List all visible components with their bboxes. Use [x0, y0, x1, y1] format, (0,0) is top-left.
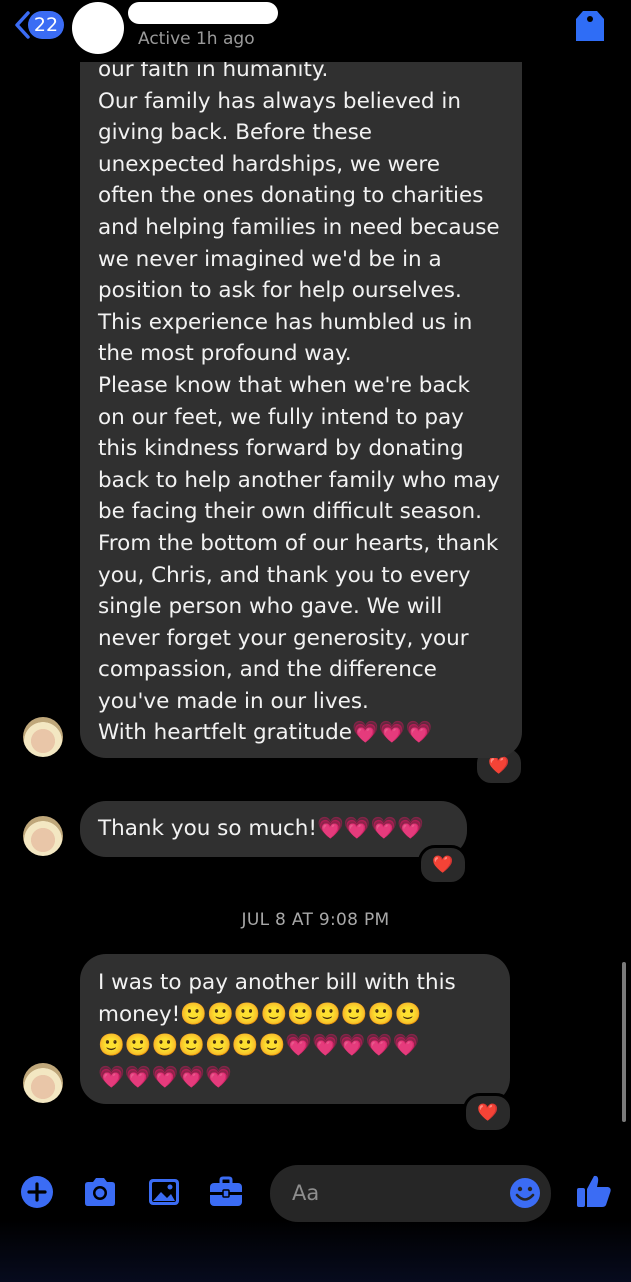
scrollbar[interactable]: [622, 962, 626, 1122]
heart-reaction[interactable]: ❤️: [418, 845, 468, 885]
message-text: our faith in humanity. Our family has al…: [98, 57, 500, 746]
contact-name-redacted[interactable]: [128, 2, 278, 24]
message-bubble-long[interactable]: our faith in humanity. Our family has al…: [80, 30, 522, 758]
active-status: Active 1h ago: [138, 29, 255, 49]
plus-icon[interactable]: [19, 1174, 55, 1210]
message-bubble-thanks[interactable]: Thank you so much!💗💗💗💗: [80, 801, 467, 857]
message-timestamp: JUL 8 AT 9:08 PM: [241, 910, 390, 930]
contact-avatar[interactable]: [72, 2, 124, 54]
message-text: Thank you so much!💗💗💗💗: [98, 816, 425, 841]
heart-reaction-icon: ❤️: [477, 1103, 499, 1123]
tag-icon[interactable]: [574, 8, 606, 44]
heart-reaction[interactable]: ❤️: [463, 1093, 513, 1133]
thumbs-up-icon[interactable]: [575, 1172, 613, 1210]
unread-count-badge[interactable]: 22: [28, 11, 64, 39]
message-text: I was to pay another bill with this mone…: [98, 970, 456, 1090]
sender-avatar[interactable]: [23, 717, 63, 757]
message-bubble-bill[interactable]: I was to pay another bill with this mone…: [80, 954, 510, 1104]
sender-avatar[interactable]: [23, 1063, 63, 1103]
sender-avatar[interactable]: [23, 816, 63, 856]
camera-icon[interactable]: [82, 1174, 118, 1210]
briefcase-icon[interactable]: [208, 1174, 244, 1210]
heart-reaction-icon: ❤️: [488, 756, 510, 776]
chat-header: 22 Active 1h ago: [0, 0, 631, 62]
heart-reaction-icon: ❤️: [432, 855, 454, 875]
emoji-icon[interactable]: [509, 1177, 541, 1209]
photo-icon[interactable]: [146, 1174, 182, 1210]
